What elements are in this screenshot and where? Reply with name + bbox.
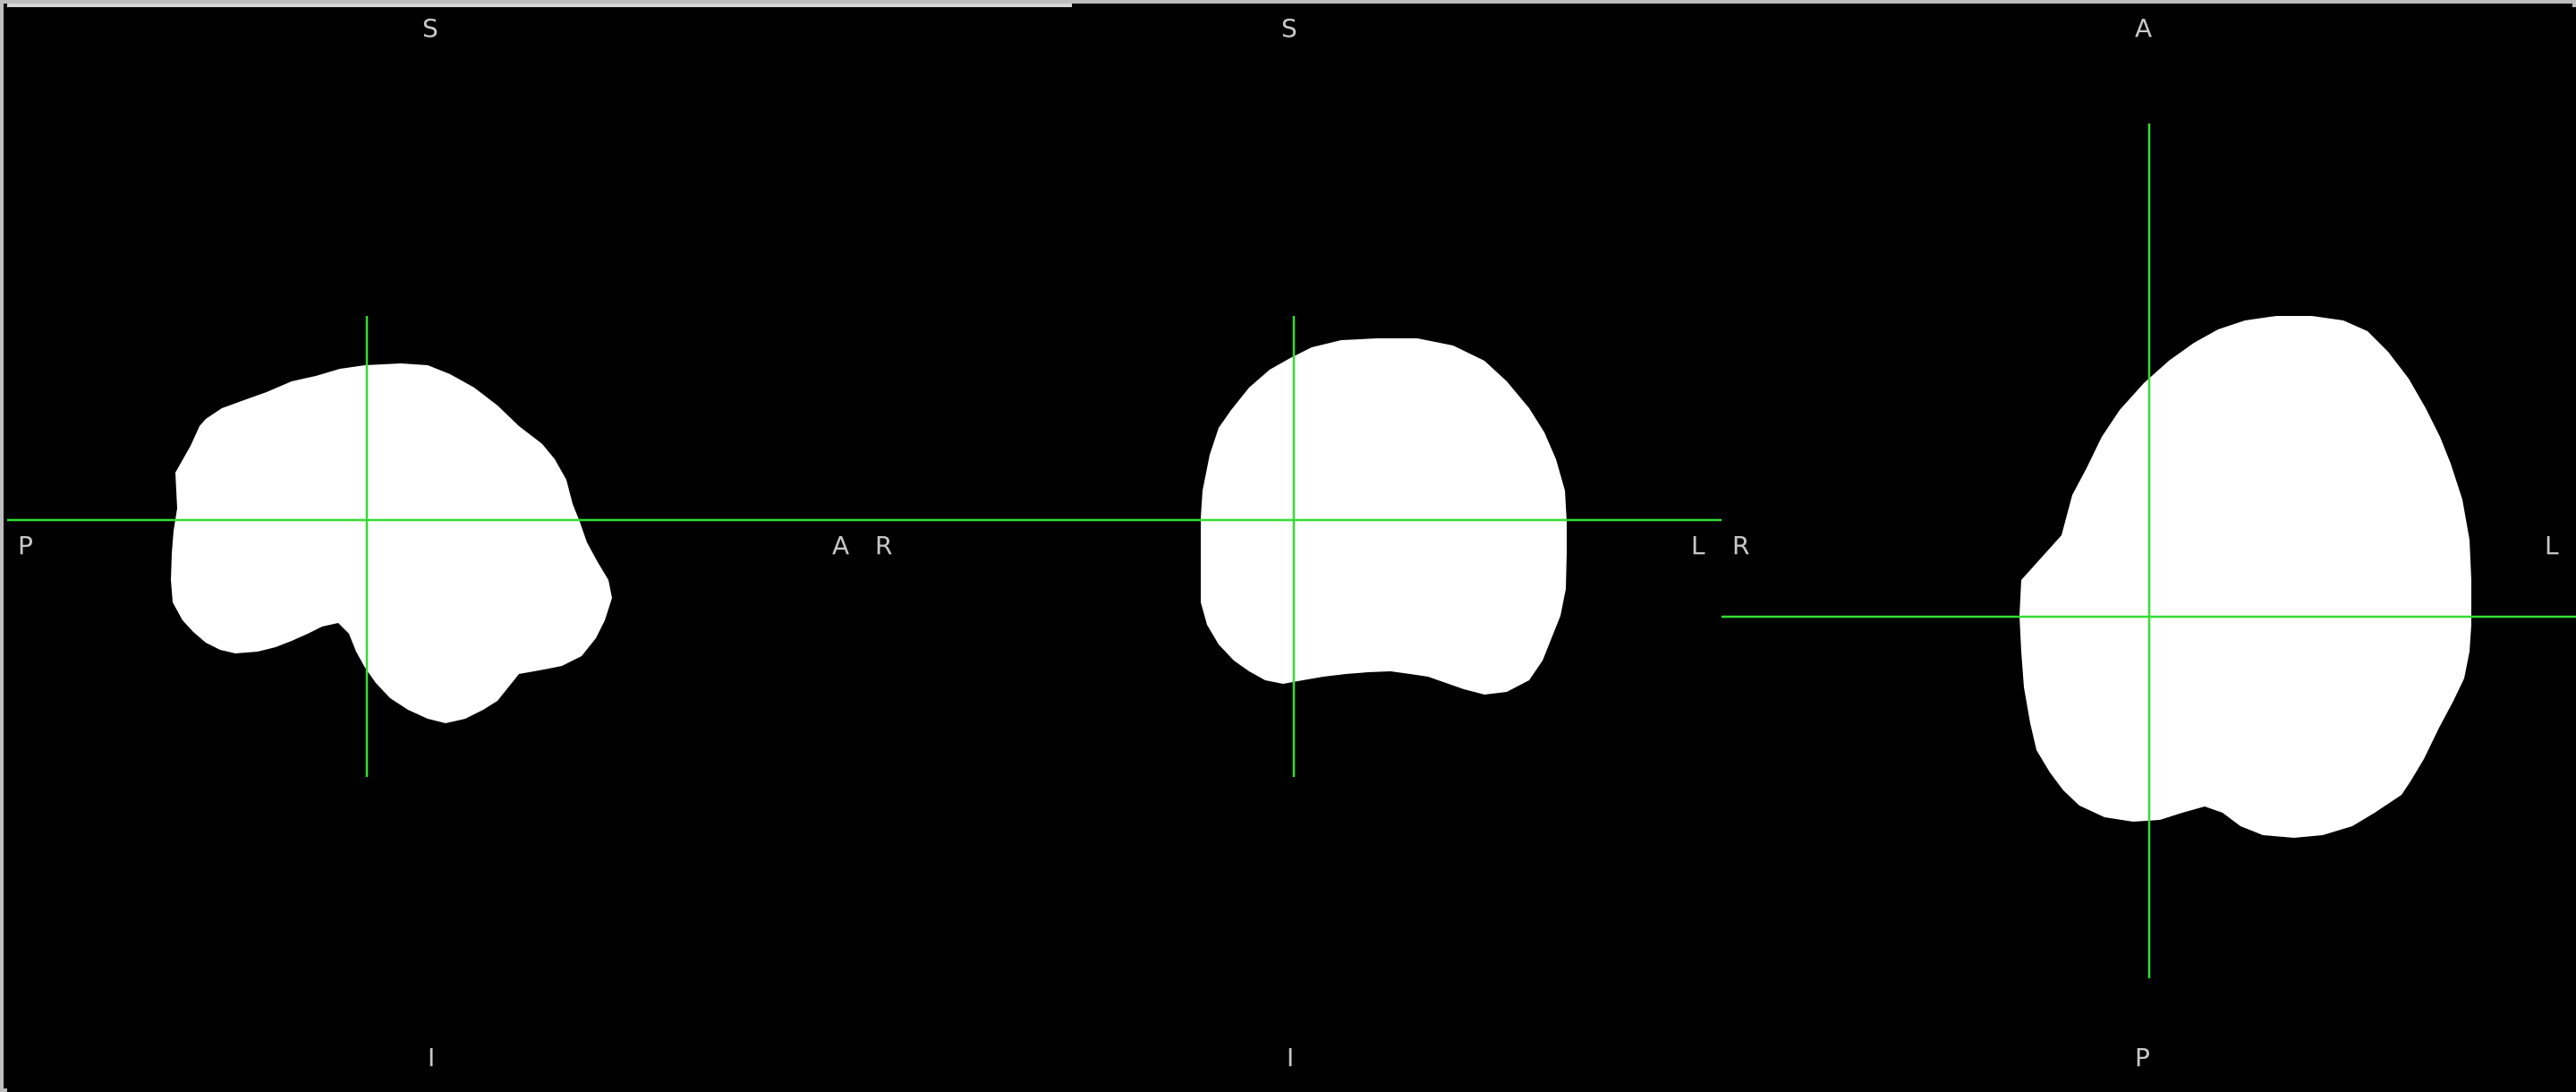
axial-canvas[interactable] (1722, 7, 2576, 1092)
sagittal-label-top: S (422, 13, 439, 43)
coronal-label-bottom: I (1287, 1043, 1296, 1072)
axial-label-bottom: P (2135, 1043, 2151, 1072)
sagittal-view[interactable]: S I P A (7, 7, 863, 1092)
axial-label-right: L (2545, 531, 2560, 560)
sagittal-label-right: A (832, 531, 851, 560)
axial-brain-mask (2019, 316, 2471, 838)
orthoview-window: S I P A S I R L A P R L (0, 0, 2576, 1092)
sagittal-brain-mask (171, 363, 612, 723)
sagittal-label-left: P (18, 531, 34, 560)
coronal-canvas[interactable] (863, 7, 1722, 1092)
coronal-view[interactable]: S I R L (863, 7, 1722, 1092)
sagittal-canvas[interactable] (7, 7, 863, 1092)
axial-label-top: A (2135, 13, 2154, 43)
axial-label-left: R (1732, 531, 1751, 560)
sagittal-label-bottom: I (428, 1043, 437, 1072)
coronal-label-right: L (1691, 531, 1706, 560)
coronal-brain-mask (1201, 338, 1567, 695)
axial-view[interactable]: A P R L (1722, 7, 2576, 1092)
coronal-label-left: R (875, 531, 894, 560)
coronal-label-top: S (1281, 13, 1298, 43)
